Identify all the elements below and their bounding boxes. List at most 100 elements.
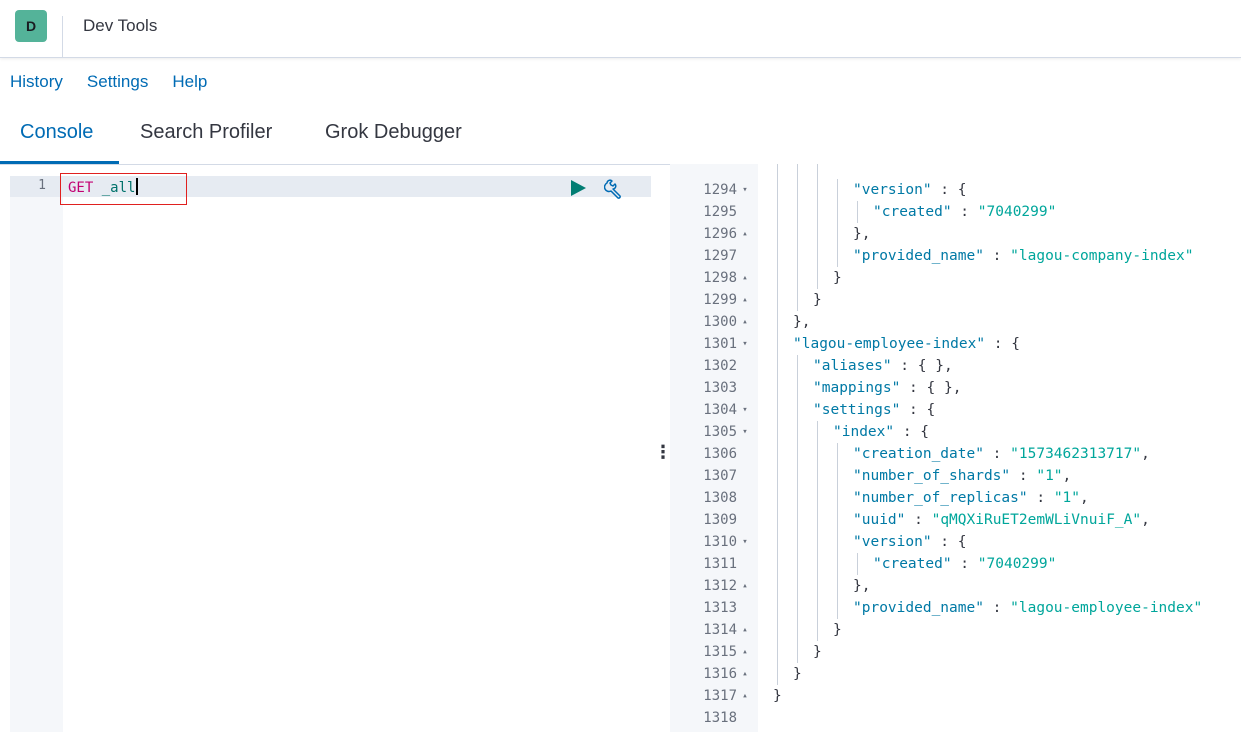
output-line: 1295 "created" : "7040299" bbox=[670, 201, 1241, 223]
indent-guide bbox=[797, 179, 798, 201]
indent-guide bbox=[837, 201, 838, 223]
indent-guide bbox=[817, 487, 818, 509]
output-line-number: 1296 bbox=[703, 226, 737, 242]
output-code: "provided_name" : "lagou-company-index" bbox=[853, 248, 1194, 264]
indent-guide bbox=[777, 421, 778, 443]
indent-guide bbox=[837, 575, 838, 597]
indent-guide bbox=[817, 597, 818, 619]
fold-arrow-up-icon[interactable]: ▴ bbox=[740, 685, 750, 707]
output-code: "uuid" : "qMQXiRuET2emWLiVnuiF_A", bbox=[853, 512, 1150, 528]
indent-guide bbox=[817, 164, 818, 179]
response-output[interactable]: 1294 ▾ "version" : {1295 "created" : "70402… bbox=[670, 164, 1241, 732]
output-line-number: 1311 bbox=[703, 556, 737, 572]
indent-guide bbox=[777, 531, 778, 553]
indent-guide bbox=[837, 553, 838, 575]
top-header: D Dev Tools bbox=[0, 0, 1241, 58]
panel-resize-handle[interactable]: ⋮ bbox=[654, 440, 672, 464]
menu-help[interactable]: Help bbox=[172, 72, 207, 92]
output-line: 1313 "provided_name" : "lagou-employee-in… bbox=[670, 597, 1241, 619]
output-line-number: 1304 bbox=[703, 402, 737, 418]
fold-arrow-down-icon[interactable]: ▾ bbox=[740, 399, 750, 421]
fold-arrow-down-icon[interactable]: ▾ bbox=[740, 179, 750, 201]
fold-arrow-up-icon[interactable]: ▴ bbox=[740, 311, 750, 333]
tab-console[interactable]: Console bbox=[20, 121, 93, 144]
output-line: 1304 ▾ "settings" : { bbox=[670, 399, 1241, 421]
output-code: "mappings" : { }, bbox=[813, 380, 962, 396]
fold-arrow-up-icon[interactable]: ▴ bbox=[740, 641, 750, 663]
output-line-number: 1297 bbox=[703, 248, 737, 264]
output-line-number: 1314 bbox=[703, 622, 737, 638]
fold-arrow-down-icon[interactable]: ▾ bbox=[740, 531, 750, 553]
indent-guide bbox=[837, 509, 838, 531]
indent-guide bbox=[837, 245, 838, 267]
indent-guide bbox=[817, 553, 818, 575]
output-line-number: 1303 bbox=[703, 380, 737, 396]
active-tab-indicator bbox=[0, 161, 119, 164]
indent-guide bbox=[837, 487, 838, 509]
fold-arrow-up-icon[interactable]: ▴ bbox=[740, 289, 750, 311]
indent-guide bbox=[797, 487, 798, 509]
output-code: } bbox=[813, 292, 822, 308]
fold-arrow-up-icon[interactable]: ▴ bbox=[740, 223, 750, 245]
output-line-number: 1307 bbox=[703, 468, 737, 484]
indent-guide bbox=[837, 179, 838, 201]
tab-grok-debugger[interactable]: Grok Debugger bbox=[325, 121, 462, 144]
output-code: "aliases" : { }, bbox=[813, 358, 953, 374]
app-avatar[interactable]: D bbox=[15, 10, 47, 42]
output-code: "version" : { bbox=[853, 534, 967, 550]
menu-settings[interactable]: Settings bbox=[87, 72, 148, 92]
fold-arrow-up-icon[interactable]: ▴ bbox=[740, 267, 750, 289]
indent-guide bbox=[797, 465, 798, 487]
output-line: 1309 "uuid" : "qMQXiRuET2emWLiVnuiF_A", bbox=[670, 509, 1241, 531]
output-code: "settings" : { bbox=[813, 402, 936, 418]
output-line: 1297 "provided_name" : "lagou-company-ind… bbox=[670, 245, 1241, 267]
indent-guide bbox=[797, 164, 798, 179]
indent-guide bbox=[817, 201, 818, 223]
output-code: "provided_name" : "lagou-employee-index" bbox=[853, 600, 1203, 616]
annotation-highlight-box bbox=[60, 173, 187, 205]
request-editor[interactable]: 1 GET _all bbox=[10, 173, 651, 732]
indent-guide bbox=[797, 201, 798, 223]
menu-history[interactable]: History bbox=[10, 72, 63, 92]
indent-guide bbox=[797, 553, 798, 575]
page-title: Dev Tools bbox=[83, 16, 158, 35]
indent-guide bbox=[817, 267, 818, 289]
output-line: 1315 ▴} bbox=[670, 641, 1241, 663]
play-icon[interactable] bbox=[570, 180, 586, 196]
fold-arrow-up-icon[interactable]: ▴ bbox=[740, 575, 750, 597]
indent-guide bbox=[777, 164, 778, 179]
indent-guide bbox=[797, 377, 798, 399]
indent-guide bbox=[777, 487, 778, 509]
output-line-number: 1313 bbox=[703, 600, 737, 616]
fold-arrow-down-icon[interactable]: ▾ bbox=[740, 333, 750, 355]
indent-guide bbox=[817, 465, 818, 487]
output-code: } bbox=[793, 666, 802, 682]
output-line: 1301 ▾ "lagou-employee-index" : { bbox=[670, 333, 1241, 355]
output-code: "number_of_shards" : "1", bbox=[853, 468, 1072, 484]
indent-guide bbox=[817, 531, 818, 553]
output-line-number: 1301 bbox=[703, 336, 737, 352]
output-line-number: 1294 bbox=[703, 182, 737, 198]
tab-search-profiler[interactable]: Search Profiler bbox=[140, 121, 272, 144]
output-code: "index" : { bbox=[833, 424, 930, 440]
output-line: 1306 "creation_date" : "1573462313717", bbox=[670, 443, 1241, 465]
indent-guide bbox=[797, 443, 798, 465]
output-line: 1316 ▴} bbox=[670, 663, 1241, 685]
output-line: 1300 ▴}, bbox=[670, 311, 1241, 333]
indent-guide bbox=[777, 641, 778, 663]
fold-arrow-down-icon[interactable]: ▾ bbox=[740, 421, 750, 443]
output-line-number: 1300 bbox=[703, 314, 737, 330]
fold-arrow-up-icon[interactable]: ▴ bbox=[740, 663, 750, 685]
fold-arrow-up-icon[interactable]: ▴ bbox=[740, 619, 750, 641]
indent-guide bbox=[777, 355, 778, 377]
indent-guide bbox=[797, 223, 798, 245]
output-line-number: 1317 bbox=[703, 688, 737, 704]
indent-guide bbox=[837, 597, 838, 619]
indent-guide bbox=[777, 179, 778, 201]
indent-guide bbox=[777, 223, 778, 245]
indent-guide bbox=[797, 421, 798, 443]
output-code: }, bbox=[853, 226, 871, 242]
indent-guide bbox=[777, 553, 778, 575]
wrench-icon[interactable] bbox=[603, 179, 624, 199]
indent-guide bbox=[777, 509, 778, 531]
